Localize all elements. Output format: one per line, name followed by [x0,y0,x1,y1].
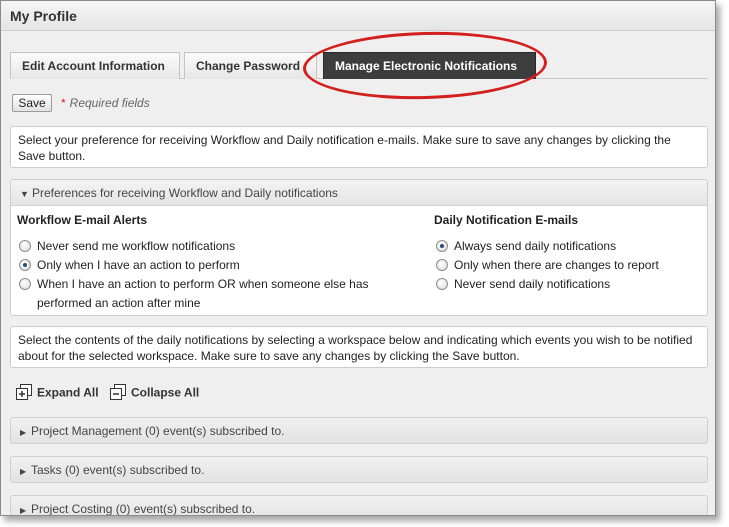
expand-all-icon [16,384,32,403]
required-fields-note: * Required fields [61,96,150,110]
collapse-triangle-icon: ▼ [20,189,29,199]
workspace-label: Project Management (0) event(s) subscrib… [31,424,285,438]
workspace-label: Tasks (0) event(s) subscribed to. [31,463,205,477]
collapse-all-label: Collapse All [131,385,200,400]
workflow-option-action-only[interactable]: Only when I have an action to perform [17,256,417,275]
expand-triangle-icon: ▶ [20,506,27,515]
radio-button[interactable] [436,278,448,290]
tab-change-password[interactable]: Change Password [184,52,317,79]
expand-all-button[interactable]: Expand All [16,384,99,403]
option-label: Never send daily notifications [454,277,611,291]
tab-edit-account-information[interactable]: Edit Account Information [10,52,180,79]
save-button[interactable]: Save [12,94,52,112]
collapse-all-icon [110,384,126,403]
tab-bar: Edit Account Information Change Password… [10,52,708,79]
workspace-label: Project Costing (0) event(s) subscribed … [31,502,256,516]
expand-all-label: Expand All [37,385,99,400]
daily-option-changes-only[interactable]: Only when there are changes to report [434,256,704,275]
radio-button-selected[interactable] [436,240,448,252]
option-label: Never send me workflow notifications [37,239,236,253]
expand-triangle-icon: ▶ [20,428,27,437]
preferences-panel-header[interactable]: ▼ Preferences for receiving Workflow and … [11,180,707,206]
preferences-panel-title: Preferences for receiving Workflow and D… [32,186,338,200]
preferences-panel: ▼ Preferences for receiving Workflow and … [10,179,708,316]
radio-button-selected[interactable] [19,259,31,271]
page-title: My Profile [1,1,715,31]
workflow-alerts-column: Workflow E-mail Alerts Never send me wor… [17,213,417,313]
profile-window: My Profile Edit Account Information Chan… [0,0,716,516]
option-label: Only when I have an action to perform [37,258,240,272]
required-fields-text: Required fields [69,96,150,110]
daily-option-never[interactable]: Never send daily notifications [434,275,704,294]
workflow-alerts-heading: Workflow E-mail Alerts [17,213,148,227]
daily-notifications-column: Daily Notification E-mails Always send d… [434,213,704,294]
tab-manage-electronic-notifications[interactable]: Manage Electronic Notifications [323,52,536,79]
radio-button[interactable] [436,259,448,271]
workflow-option-action-or-after[interactable]: When I have an action to perform OR when… [17,275,417,313]
workspace-item-tasks[interactable]: ▶ Tasks (0) event(s) subscribed to. [10,456,708,483]
intro-instructions: Select your preference for receiving Wor… [10,126,708,168]
collapse-all-button[interactable]: Collapse All [110,384,199,403]
contents-instructions: Select the contents of the daily notific… [10,326,708,368]
option-label: When I have an action to perform OR when… [37,277,369,310]
daily-option-always[interactable]: Always send daily notifications [434,237,704,256]
daily-notifications-heading: Daily Notification E-mails [434,213,579,227]
radio-button[interactable] [19,240,31,252]
workflow-option-never[interactable]: Never send me workflow notifications [17,237,417,256]
required-star: * [61,96,66,110]
workspace-item-project-management[interactable]: ▶ Project Management (0) event(s) subscri… [10,417,708,444]
option-label: Always send daily notifications [454,239,617,253]
expand-triangle-icon: ▶ [20,467,27,476]
workspace-item-project-costing[interactable]: ▶ Project Costing (0) event(s) subscribed… [10,495,708,516]
option-label: Only when there are changes to report [454,258,659,272]
radio-button[interactable] [19,278,31,290]
